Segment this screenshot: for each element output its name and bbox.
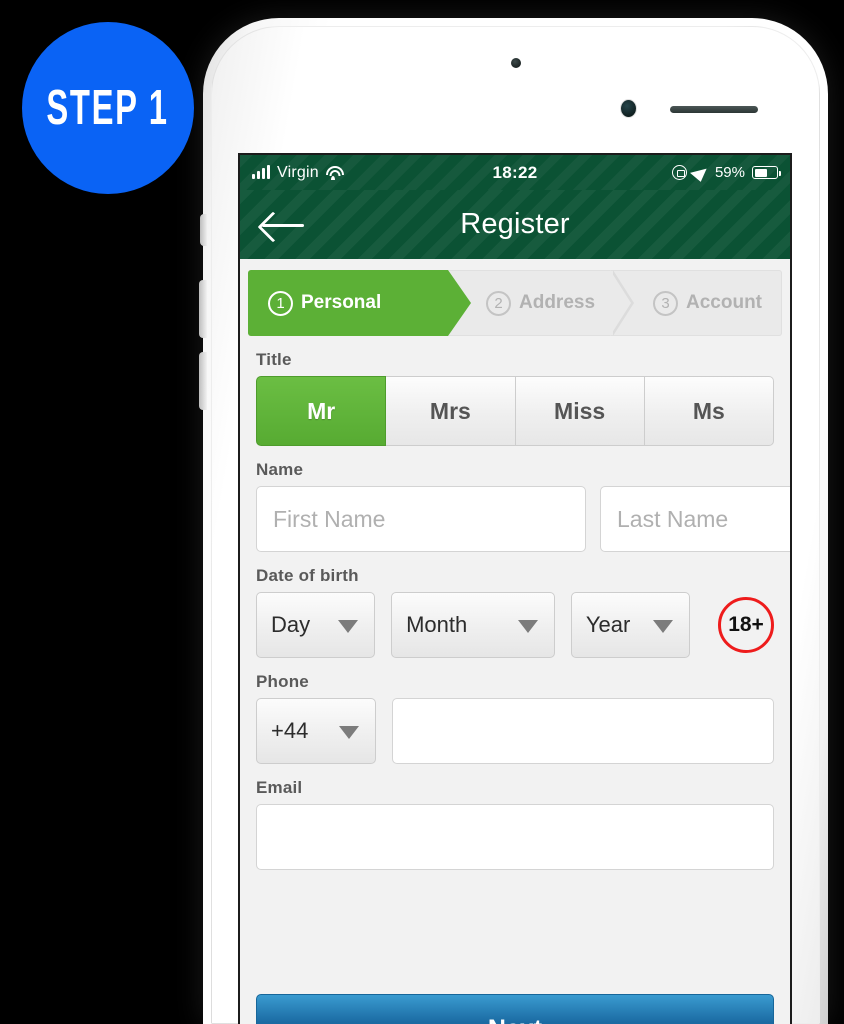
phone-number-input[interactable] [392, 698, 774, 764]
phone-field-group: Phone +44 [256, 672, 774, 764]
title-segmented-control: Mr Mrs Miss Ms [256, 376, 774, 446]
status-bar-right: 59% [671, 163, 781, 182]
step-badge-label: STEP 1 [46, 80, 170, 135]
phone-label: Phone [256, 672, 309, 691]
navigation-bar: Register [240, 190, 790, 259]
step-item-account[interactable]: 3 Account [610, 270, 782, 336]
name-label: Name [256, 460, 304, 479]
title-option-mrs[interactable]: Mrs [386, 376, 516, 446]
step-label: Personal [301, 292, 382, 313]
step-number: 3 [653, 290, 678, 316]
dob-day-value: Day [271, 612, 311, 637]
proximity-sensor-icon [510, 58, 521, 68]
chevron-down-icon [653, 620, 673, 633]
age-restriction-badge: 18+ [718, 597, 774, 653]
chevron-down-icon [517, 620, 538, 633]
dob-month-value: Month [406, 612, 468, 637]
chevron-down-icon [339, 726, 359, 739]
step-number: 1 [268, 290, 293, 316]
dob-year-select[interactable]: Year [570, 592, 690, 658]
dob-year-value: Year [585, 612, 631, 637]
email-label: Email [256, 778, 303, 797]
battery-icon [752, 166, 781, 179]
step-label: Account [686, 292, 762, 313]
volume-up-button[interactable] [199, 280, 207, 338]
name-field-group: Name [256, 460, 790, 552]
rotation-lock-icon [671, 165, 687, 180]
phone-dialcode-value: +44 [271, 718, 309, 743]
step-badge: STEP 1 [22, 22, 194, 194]
mute-switch-button[interactable] [200, 214, 207, 246]
next-button[interactable]: Next [256, 994, 774, 1024]
email-input[interactable] [256, 804, 774, 870]
phone-dialcode-select[interactable]: +44 [256, 698, 376, 764]
dob-label: Date of birth [256, 566, 359, 585]
screenshot-stage: STEP 1 Virgin 18:22 59% Register 1 Perso… [0, 0, 844, 1024]
dob-field-group: Date of birth Day Month Year 18+ [256, 566, 774, 658]
dob-day-select[interactable]: Day [256, 592, 376, 658]
earpiece-speaker [670, 106, 758, 113]
location-arrow-icon [689, 163, 712, 182]
email-field-group: Email [256, 778, 774, 870]
step-number: 2 [486, 290, 511, 316]
title-option-ms[interactable]: Ms [644, 376, 774, 446]
phone-inputs-row: +44 [256, 698, 774, 764]
status-bar: Virgin 18:22 59% [240, 155, 790, 190]
front-camera-icon [621, 100, 636, 117]
step-item-personal[interactable]: 1 Personal [248, 270, 471, 336]
registration-form: Title Mr Mrs Miss Ms Name Date of birth [240, 336, 790, 870]
step-progress-bar: 1 Personal 2 Address 3 Account [248, 270, 782, 336]
battery-percent-label: 59% [714, 164, 745, 181]
dob-inputs-row: Day Month Year 18+ [256, 592, 774, 658]
phone-screen: Virgin 18:22 59% Register 1 Personal 2 A… [240, 155, 790, 1024]
title-option-mr[interactable]: Mr [256, 376, 387, 446]
first-name-input[interactable] [256, 486, 586, 552]
last-name-input[interactable] [600, 486, 790, 552]
step-item-address[interactable]: 2 Address [448, 270, 615, 336]
step-label: Address [519, 292, 596, 313]
volume-down-button[interactable] [199, 352, 207, 410]
chevron-down-icon [338, 620, 359, 633]
page-title: Register [460, 208, 570, 240]
name-inputs-row [256, 486, 790, 552]
title-label: Title [256, 350, 292, 369]
title-field-group: Title Mr Mrs Miss Ms [256, 350, 774, 446]
title-option-miss[interactable]: Miss [515, 376, 645, 446]
dob-month-select[interactable]: Month [391, 592, 555, 658]
